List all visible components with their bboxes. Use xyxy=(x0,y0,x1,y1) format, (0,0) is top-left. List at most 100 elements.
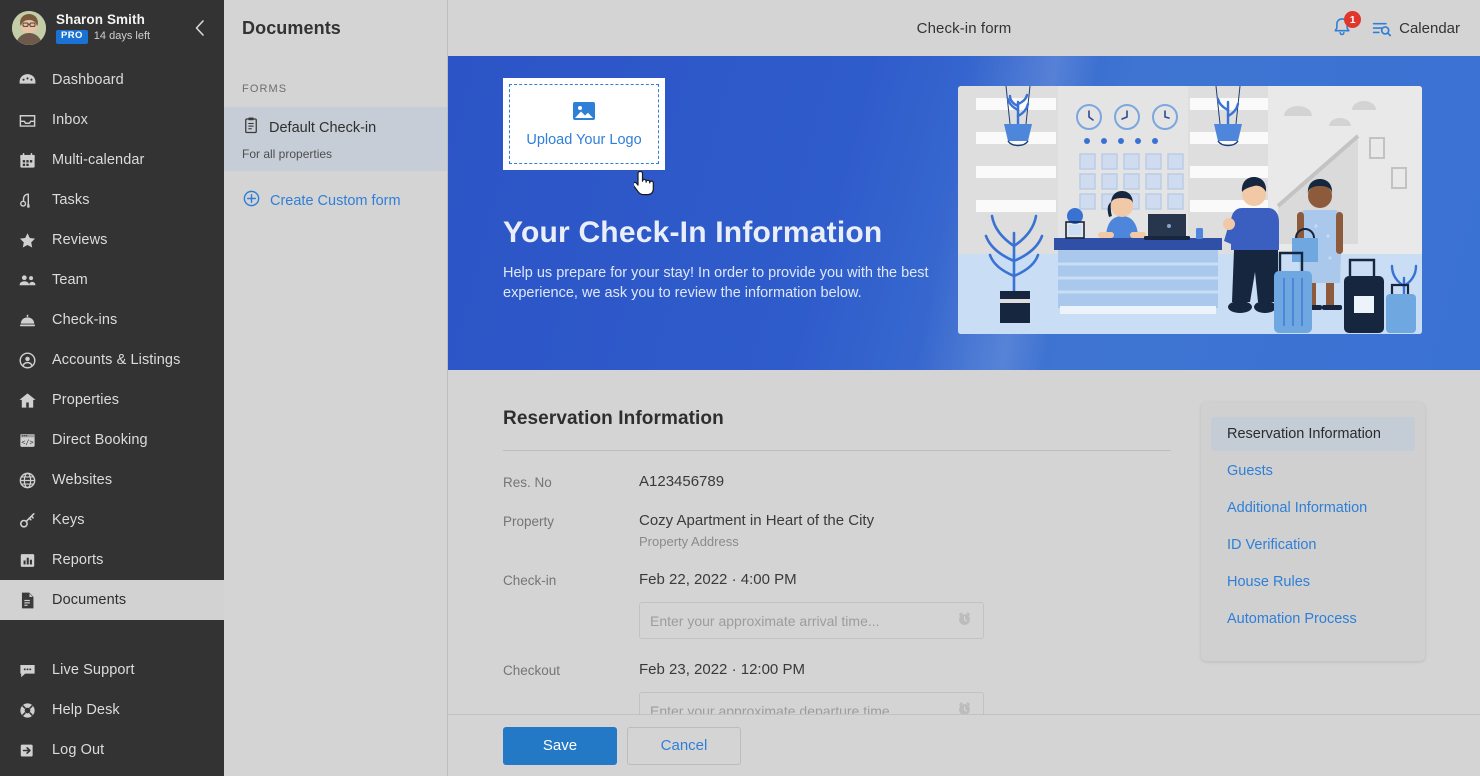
calendar-icon xyxy=(18,151,44,170)
code-window-icon: </> xyxy=(18,431,44,450)
profile-name: Sharon Smith xyxy=(56,12,145,28)
notifications-button[interactable]: 1 xyxy=(1331,11,1362,40)
sidebar-item-label: Log Out xyxy=(52,742,105,758)
sidebar-item-label: Direct Booking xyxy=(52,432,148,448)
section-link-automation-process[interactable]: Automation Process xyxy=(1211,602,1415,636)
sidebar-item-check-ins[interactable]: Check-ins xyxy=(0,300,224,340)
sidebar-item-reviews[interactable]: Reviews xyxy=(0,220,224,260)
cancel-button[interactable]: Cancel xyxy=(627,726,741,765)
tasks-icon xyxy=(18,191,44,210)
hotel-lobby-reception-illustration xyxy=(958,86,1422,334)
sidebar-item-inbox[interactable]: Inbox xyxy=(0,100,224,140)
days-left-text: 14 days left xyxy=(93,30,151,43)
pro-badge: PRO xyxy=(56,29,88,44)
field-value: Feb 22, 2022 · 4:00 PM xyxy=(639,571,797,588)
upload-logo-label: Upload Your Logo xyxy=(526,131,642,148)
sidebar-nav-bottom: Live Support Help Desk Log Out xyxy=(0,650,224,776)
dashboard-icon xyxy=(18,71,44,90)
account-circle-icon xyxy=(18,351,44,370)
form-section-navigation: Reservation Information Guests Additiona… xyxy=(1201,402,1425,661)
topbar: Check-in form 1 Calendar xyxy=(448,0,1480,56)
section-link-reservation-information[interactable]: Reservation Information xyxy=(1211,417,1415,451)
field-subvalue: Property Address xyxy=(639,534,739,549)
globe-icon xyxy=(18,471,44,490)
forms-section-label: FORMS xyxy=(242,83,288,95)
chat-bubble-icon xyxy=(18,661,44,680)
sidebar-item-label: Multi-calendar xyxy=(52,152,145,168)
section-link-additional-information[interactable]: Additional Information xyxy=(1211,491,1415,525)
arrival-time-input[interactable]: Enter your approximate arrival time... xyxy=(639,602,984,639)
field-label: Check-in xyxy=(503,573,557,588)
sidebar-item-help-desk[interactable]: Help Desk xyxy=(0,690,224,730)
avatar[interactable] xyxy=(12,11,46,45)
calendar-button[interactable]: Calendar xyxy=(1371,18,1460,39)
clipboard-icon xyxy=(242,116,260,139)
sidebar-item-properties[interactable]: Properties xyxy=(0,380,224,420)
sidebar-item-documents[interactable]: Documents xyxy=(0,580,224,620)
sidebar-item-websites[interactable]: Websites xyxy=(0,460,224,500)
documents-panel: Documents FORMS Default Check-in For all… xyxy=(224,0,448,776)
section-link-id-verification[interactable]: ID Verification xyxy=(1211,528,1415,562)
sidebar-item-label: Tasks xyxy=(52,192,90,208)
form-section-heading: Reservation Information xyxy=(503,408,724,429)
create-custom-form-label: Create Custom form xyxy=(270,193,401,209)
key-icon xyxy=(18,511,44,530)
sidebar-item-label: Help Desk xyxy=(52,702,120,718)
form-list-item-default-check-in[interactable]: Default Check-in For all properties xyxy=(224,107,447,171)
form-divider xyxy=(503,450,1171,451)
upload-logo-dropzone[interactable]: Upload Your Logo xyxy=(503,78,665,196)
form-row-res-no: Res. No A123456789 xyxy=(503,473,1171,490)
chevron-left-icon[interactable] xyxy=(190,18,210,38)
save-button[interactable]: Save xyxy=(503,726,617,765)
bell-desk-icon xyxy=(18,311,44,330)
sidebar-item-label: Team xyxy=(52,272,88,288)
sidebar-item-label: Properties xyxy=(52,392,120,408)
sidebar-item-keys[interactable]: Keys xyxy=(0,500,224,540)
sidebar-item-team[interactable]: Team xyxy=(0,260,224,300)
field-body: Feb 22, 2022 · 4:00 PM Enter your approx… xyxy=(639,571,984,639)
profile-subline: PRO 14 days left xyxy=(56,29,151,44)
page-title: Check-in form xyxy=(916,19,1012,37)
field-label: Property xyxy=(503,514,555,529)
profile-block[interactable]: Sharon Smith PRO 14 days left xyxy=(0,0,224,56)
upload-logo-inner: Upload Your Logo xyxy=(509,84,659,164)
sidebar-item-multi-calendar[interactable]: Multi-calendar xyxy=(0,140,224,180)
list-search-icon xyxy=(1372,22,1392,36)
bar-chart-icon xyxy=(18,551,44,570)
sidebar-item-log-out[interactable]: Log Out xyxy=(0,730,224,770)
sidebar-item-dashboard[interactable]: Dashboard xyxy=(0,60,224,100)
form-row-property: Property Cozy Apartment in Heart of the … xyxy=(503,512,1171,549)
form-item-row: Default Check-in xyxy=(242,116,447,139)
star-icon xyxy=(18,231,44,250)
arrival-time-placeholder: Enter your approximate arrival time... xyxy=(650,612,880,629)
section-link-house-rules[interactable]: House Rules xyxy=(1211,565,1415,599)
profile-meta: Sharon Smith PRO 14 days left xyxy=(56,12,151,44)
form-action-bar: Save Cancel xyxy=(448,714,1480,776)
section-link-guests[interactable]: Guests xyxy=(1211,454,1415,488)
lifebuoy-icon xyxy=(18,701,44,720)
field-body: Cozy Apartment in Heart of the City Prop… xyxy=(639,512,874,549)
sidebar-item-label: Live Support xyxy=(52,662,135,678)
create-custom-form-button[interactable]: Create Custom form xyxy=(224,171,447,213)
hero-banner: Upload Your Logo Your Check-In Informati… xyxy=(448,56,1480,370)
sidebar-item-reports[interactable]: Reports xyxy=(0,540,224,580)
sidebar-item-label: Dashboard xyxy=(52,72,124,88)
inbox-icon xyxy=(18,111,44,130)
notification-count-badge: 1 xyxy=(1344,11,1362,28)
document-icon xyxy=(18,591,44,610)
calendar-label: Calendar xyxy=(1399,19,1460,37)
logout-icon xyxy=(18,741,44,760)
team-icon xyxy=(18,271,44,290)
form-content-area: Reservation Information Res. No A1234567… xyxy=(448,370,1480,776)
sidebar-item-tasks[interactable]: Tasks xyxy=(0,180,224,220)
home-icon xyxy=(18,391,44,410)
sidebar-item-label: Reviews xyxy=(52,232,108,248)
sidebar-item-direct-booking[interactable]: </> Direct Booking xyxy=(0,420,224,460)
alarm-clock-icon[interactable] xyxy=(956,610,973,632)
form-item-subtitle: For all properties xyxy=(242,147,333,161)
plus-circle-icon xyxy=(242,189,261,213)
form-item-name: Default Check-in xyxy=(269,119,377,136)
sidebar-item-live-support[interactable]: Live Support xyxy=(0,650,224,690)
sidebar-item-accounts-listings[interactable]: Accounts & Listings xyxy=(0,340,224,380)
